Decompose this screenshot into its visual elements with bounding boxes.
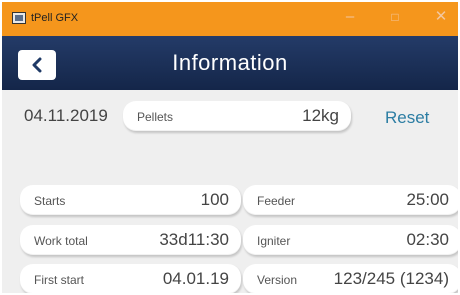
igniter-field: Igniter 02:30 bbox=[243, 225, 458, 255]
work-total-field: Work total 33d11:30 bbox=[20, 225, 241, 255]
starts-field: Starts 100 bbox=[20, 185, 241, 215]
title-bar[interactable]: tPell GFX – □ ✕ bbox=[2, 2, 458, 36]
version-value: 123/245 (1234) bbox=[333, 269, 449, 288]
date-display: 04.11.2019 bbox=[24, 106, 108, 125]
page-title: Information bbox=[172, 50, 288, 75]
feeder-value: 25:00 bbox=[406, 190, 449, 209]
first-start-value: 04.01.19 bbox=[162, 269, 229, 288]
close-button[interactable]: ✕ bbox=[428, 6, 454, 28]
app-window: tPell GFX – □ ✕ Information 04.11.2019 P… bbox=[2, 2, 458, 293]
igniter-label: Igniter bbox=[257, 234, 291, 248]
work-total-value: 33d11:30 bbox=[159, 230, 229, 249]
pellets-label: Pellets bbox=[137, 110, 174, 124]
reset-button[interactable]: Reset bbox=[385, 108, 429, 128]
starts-value: 100 bbox=[200, 190, 229, 209]
feeder-field: Feeder 25:00 bbox=[243, 185, 458, 215]
version-field: Version 123/245 (1234) bbox=[243, 264, 458, 293]
version-label: Version bbox=[257, 273, 298, 287]
first-start-label: First start bbox=[34, 273, 84, 287]
maximize-button[interactable]: □ bbox=[382, 6, 408, 28]
igniter-value: 02:30 bbox=[406, 230, 449, 249]
feeder-label: Feeder bbox=[257, 194, 296, 208]
page-header: Information bbox=[2, 36, 458, 90]
minimize-button[interactable]: – bbox=[337, 6, 363, 28]
first-start-field: First start 04.01.19 bbox=[20, 264, 241, 293]
app-icon bbox=[12, 12, 26, 24]
work-total-label: Work total bbox=[34, 234, 88, 248]
pellets-field: Pellets 12kg bbox=[123, 101, 351, 131]
pellets-value: 12kg bbox=[302, 106, 339, 125]
starts-label: Starts bbox=[34, 194, 66, 208]
window-title: tPell GFX bbox=[31, 12, 79, 24]
